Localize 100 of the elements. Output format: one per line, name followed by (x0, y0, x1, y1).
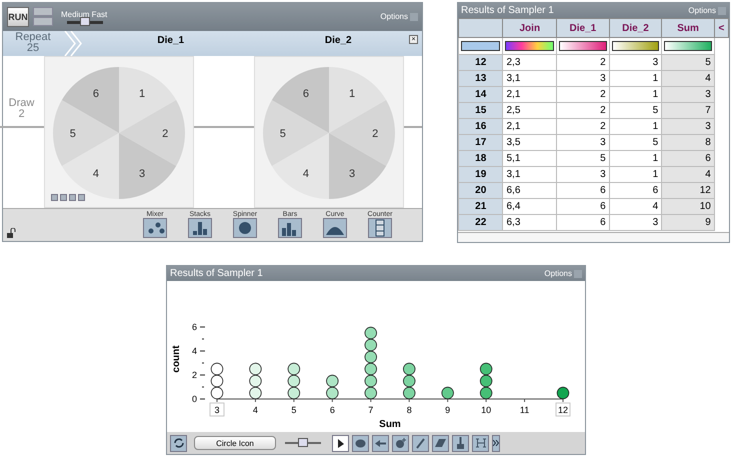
color-swatch[interactable] (612, 41, 660, 51)
dot (249, 386, 262, 400)
dot (288, 374, 300, 388)
y-tick-label: 6 (192, 322, 197, 332)
more-icon[interactable] (492, 434, 500, 452)
tool-icon[interactable] (352, 434, 369, 452)
unlock-icon[interactable] (7, 228, 16, 238)
window-title: Results of Sampler 1 (461, 5, 554, 16)
row-number: 19 (458, 166, 503, 182)
slice-label: 3 (139, 168, 146, 180)
dot (364, 326, 377, 340)
table-cell: 9 (662, 214, 714, 230)
table-cell: 6 (556, 214, 610, 230)
dot (403, 386, 416, 400)
color-swatch[interactable] (559, 41, 607, 51)
column-header[interactable]: < (714, 18, 728, 38)
slice-label: 2 (162, 128, 168, 140)
x-tick-label: 3 (214, 405, 220, 415)
spinner-slice (263, 100, 329, 166)
table-cell: 2,1 (502, 118, 557, 134)
refresh-icon[interactable] (170, 434, 187, 452)
spinner-slice (329, 100, 395, 166)
slice-label: 2 (372, 128, 378, 140)
slice-label: 1 (139, 88, 146, 100)
slider-thumb[interactable] (298, 438, 308, 447)
slice-label: 6 (302, 88, 309, 100)
row-number: 14 (458, 86, 503, 102)
table-cell: 2 (556, 54, 610, 70)
table-cell: 2 (556, 118, 610, 134)
horizontal-scrollbar[interactable] (458, 232, 729, 242)
dot (480, 362, 492, 376)
repeat-count[interactable]: 25 (26, 43, 40, 54)
run-button[interactable]: RUN (7, 6, 29, 27)
speed-label: Medium Fast (61, 10, 108, 19)
pencil-icon[interactable] (412, 434, 429, 452)
table-cell: 2,5 (502, 102, 557, 118)
color-swatch[interactable] (461, 41, 500, 51)
eraser-icon[interactable] (432, 434, 449, 452)
dot (210, 386, 224, 400)
y-tick-label: 4 (192, 346, 197, 356)
table-cell: 4 (662, 70, 714, 86)
row-number: 16 (458, 118, 503, 134)
options-menu[interactable]: Options (380, 12, 418, 22)
row-number: 17 (458, 134, 503, 150)
dot (364, 374, 377, 388)
device-title[interactable]: Die_2 (324, 34, 352, 46)
table-cell: 3,1 (502, 166, 557, 182)
table-cell: 2,3 (502, 54, 557, 70)
table-cell: 2 (556, 102, 610, 118)
spinner-slice (119, 100, 185, 166)
brush-icon[interactable] (452, 434, 469, 452)
table-cell: 3 (556, 70, 610, 86)
dot (249, 362, 262, 376)
table-cell: 12 (662, 182, 714, 198)
x-tick-label: 6 (330, 405, 335, 415)
table-cell: 7 (662, 102, 714, 118)
row-number: 22 (458, 214, 503, 230)
table-cell: 3,1 (502, 70, 557, 86)
x-axis-label: Sum (379, 419, 401, 429)
color-swatch[interactable] (505, 41, 554, 51)
table-cell: 6 (662, 150, 714, 166)
dot (210, 362, 224, 376)
row-number: 18 (458, 150, 503, 166)
x-tick-label: 11 (520, 405, 530, 415)
dot (403, 374, 416, 388)
device-title[interactable]: Die_1 (157, 34, 184, 46)
table-cell: 3,5 (502, 134, 557, 150)
dot (364, 350, 377, 364)
column-header[interactable]: Die_2 (609, 18, 662, 38)
pointer-tool-icon[interactable] (332, 434, 349, 452)
slice-label: 5 (280, 128, 286, 140)
table-cell: 3 (556, 166, 610, 182)
dot (210, 374, 224, 388)
row-number: 21 (458, 198, 503, 214)
color-swatch[interactable] (664, 41, 712, 51)
icon-type-dropdown[interactable]: Circle Icon (194, 436, 276, 450)
dot (441, 386, 454, 400)
dot (249, 374, 262, 388)
y-tick-label: 2 (192, 370, 197, 380)
x-tick-label: 5 (291, 405, 296, 415)
dot (480, 374, 492, 388)
dot (364, 362, 377, 376)
add-point-icon[interactable] (392, 434, 409, 452)
repeat-label: Repeat (15, 32, 51, 44)
table-cell: 4 (662, 166, 714, 182)
dot (288, 362, 300, 376)
table-cell: 2 (556, 86, 610, 102)
column-header[interactable]: Join (502, 18, 557, 38)
column-header[interactable]: Die_1 (556, 18, 610, 38)
slice-label: 5 (70, 128, 76, 140)
slider-thumb[interactable] (80, 16, 90, 26)
bracket-icon[interactable] (472, 434, 489, 452)
table-cell: 5 (662, 54, 714, 70)
slice-label: 4 (92, 168, 99, 180)
column-header[interactable]: Sum (662, 18, 714, 38)
table-cell: 6 (556, 198, 610, 214)
x-tick-label: 10 (481, 405, 492, 415)
draw-count[interactable]: 2 (18, 108, 25, 120)
row-number: 15 (458, 102, 503, 118)
x-tick-label: 9 (445, 405, 450, 415)
